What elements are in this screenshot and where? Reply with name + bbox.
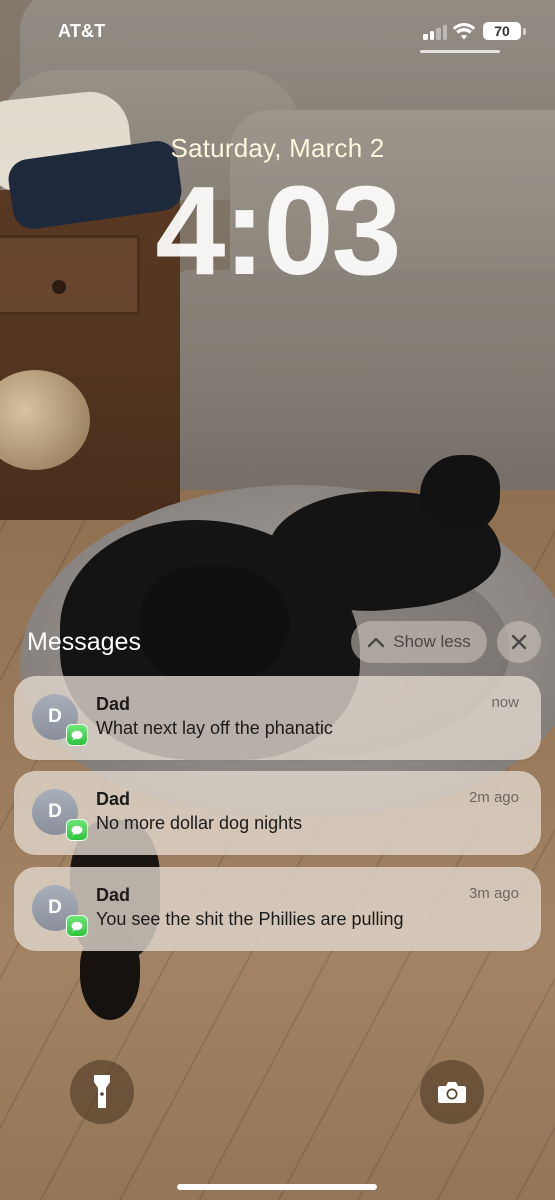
cellular-signal-icon <box>423 24 449 40</box>
show-less-label: Show less <box>393 632 471 651</box>
notification-timestamp: 3m ago <box>468 885 519 902</box>
messages-icon <box>66 724 88 746</box>
camera-button[interactable] <box>420 1060 484 1124</box>
notification-sender: Dad <box>96 694 131 714</box>
notification-timestamp: now <box>491 694 519 711</box>
battery-indicator: 70 <box>483 22 521 40</box>
clear-notifications-button[interactable] <box>497 621 541 663</box>
notification-timestamp: 2m ago <box>468 789 519 806</box>
notification-card[interactable]: D Dad You see the shit the Phillies are … <box>14 867 541 951</box>
notification-message: No more dollar dog nights <box>96 813 303 833</box>
status-bar: AT&T 70 <box>0 0 555 60</box>
notification-card[interactable]: D Dad No more dollar dog nights 2m ago <box>14 771 541 855</box>
battery-nub <box>523 28 526 35</box>
notification-card[interactable]: D Dad What next lay off the phanatic now <box>14 676 541 760</box>
messages-icon <box>66 819 88 841</box>
chevron-up-icon <box>368 637 385 648</box>
notification-message: You see the shit the Phillies are pullin… <box>96 909 404 929</box>
messages-icon <box>66 915 88 937</box>
wifi-icon <box>452 23 476 40</box>
lock-screen-time: 4:03 <box>155 160 401 301</box>
carrier-label: AT&T <box>58 21 106 41</box>
notification-message: What next lay off the phanatic <box>96 718 333 738</box>
notification-group-title: Messages <box>27 628 141 656</box>
notification-sender: Dad <box>96 885 131 905</box>
control-center-grabber[interactable] <box>420 50 500 53</box>
flashlight-button[interactable] <box>70 1060 134 1124</box>
flashlight-icon <box>94 1075 110 1108</box>
show-less-button[interactable]: Show less <box>351 621 487 663</box>
close-icon <box>511 634 527 650</box>
notification-sender: Dad <box>96 789 131 809</box>
camera-icon <box>438 1082 466 1103</box>
home-indicator[interactable] <box>177 1184 377 1190</box>
